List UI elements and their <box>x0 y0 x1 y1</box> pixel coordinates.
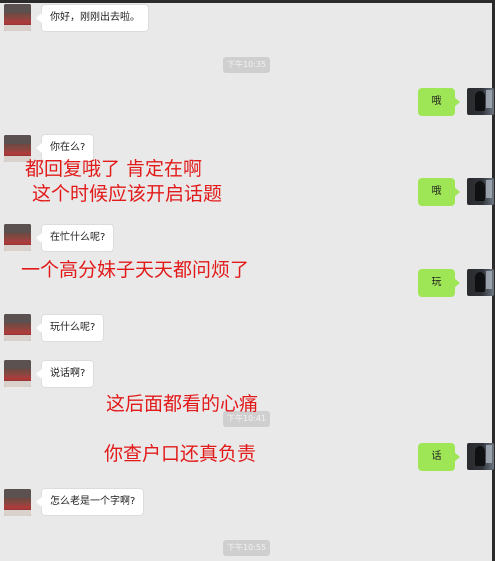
annotation-text: 这个时候应该开启话题 <box>32 183 223 205</box>
contact-avatar-icon[interactable] <box>4 4 31 31</box>
top-border <box>0 0 495 3</box>
message-bubble-incoming[interactable]: 在忙什么呢? <box>35 224 115 252</box>
contact-avatar-icon[interactable] <box>4 224 31 251</box>
self-avatar-icon[interactable] <box>467 88 494 115</box>
contact-avatar-icon[interactable] <box>4 360 31 387</box>
message-bubble-incoming[interactable]: 玩什么呢? <box>35 314 105 342</box>
self-avatar-icon[interactable] <box>467 443 494 470</box>
annotation-text: 一个高分妹子天天都问烦了 <box>21 259 250 281</box>
timestamp: 下午10:35 <box>223 57 271 73</box>
message-bubble-incoming[interactable]: 说话啊? <box>35 360 95 388</box>
self-avatar-icon[interactable] <box>467 178 494 205</box>
annotation-text: 你查户口还真负责 <box>104 443 257 465</box>
message-bubble-outgoing[interactable]: 话 <box>418 443 460 471</box>
timestamp: 下午10:55 <box>223 540 271 556</box>
message-bubble-outgoing[interactable]: 哦 <box>418 178 460 206</box>
self-avatar-icon[interactable] <box>467 269 494 296</box>
annotation-text: 这后面都看的心痛 <box>106 393 259 415</box>
contact-avatar-icon[interactable] <box>4 489 31 516</box>
message-bubble-incoming[interactable]: 你好，刚刚出去啦。 <box>36 4 149 32</box>
message-bubble-outgoing[interactable]: 玩 <box>418 269 460 297</box>
message-bubble-incoming[interactable]: 怎么老是一个字啊? <box>35 488 145 516</box>
message-bubble-outgoing[interactable]: 哦 <box>418 88 460 116</box>
contact-avatar-icon[interactable] <box>4 314 31 341</box>
chat-screen: { "messages": [ {"side": "left", "text":… <box>0 0 495 561</box>
annotation-text: 都回复哦了 肯定在啊 <box>25 158 203 180</box>
